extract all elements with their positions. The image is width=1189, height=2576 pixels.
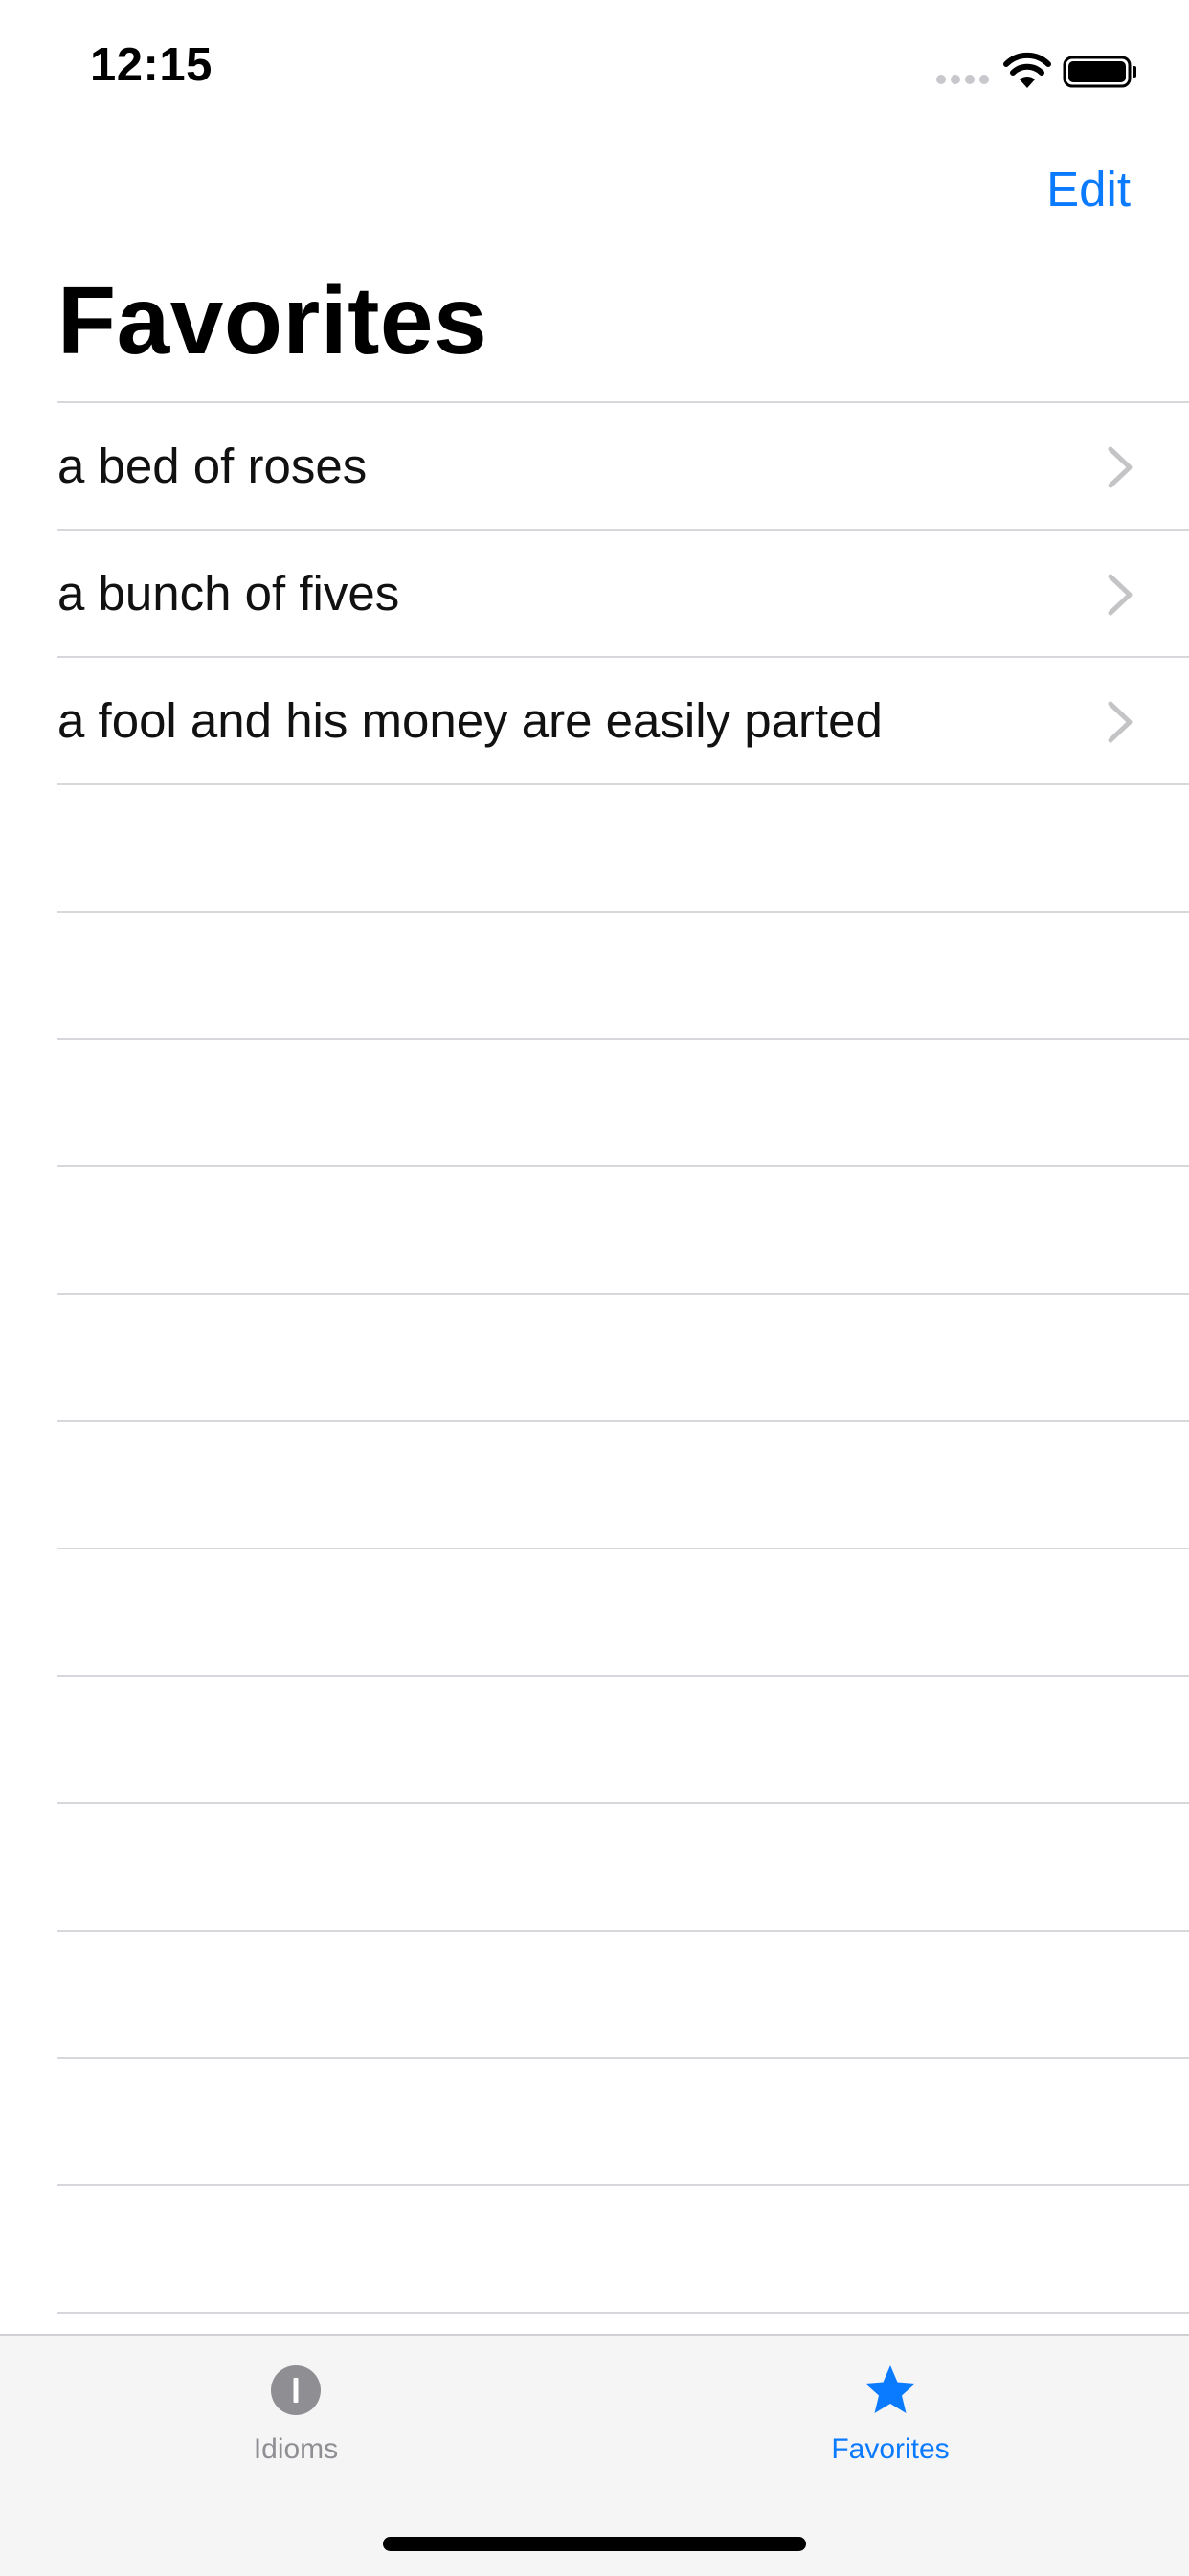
empty-row <box>57 1038 1189 1165</box>
status-bar: 12:15 <box>0 0 1189 126</box>
tab-idioms[interactable]: Idioms <box>152 2362 439 2506</box>
empty-row <box>57 1293 1189 1420</box>
wifi-icon <box>1003 52 1051 88</box>
empty-row <box>57 783 1189 911</box>
empty-row <box>57 1548 1189 1675</box>
status-time: 12:15 <box>90 39 213 91</box>
list-item-label: a bed of roses <box>57 439 368 493</box>
cellular-signal-icon <box>936 75 989 84</box>
page-title: Favorites <box>57 267 488 374</box>
list-item-label: a bunch of fives <box>57 566 400 621</box>
empty-row <box>57 2057 1189 2184</box>
tab-idioms-label: Idioms <box>253 2433 339 2465</box>
tab-favorites-label: Favorites <box>831 2433 950 2465</box>
chevron-right-icon <box>1108 701 1133 743</box>
letter-i-circle-icon <box>271 2365 321 2415</box>
empty-row <box>57 2312 1189 2328</box>
empty-row <box>57 911 1189 1038</box>
list-item-label: a fool and his money are easily parted <box>57 693 883 748</box>
list-item[interactable]: a bunch of fives <box>57 529 1189 656</box>
edit-button[interactable]: Edit <box>1046 161 1131 217</box>
tab-bar: Idioms Favorites <box>0 2334 1189 2576</box>
chevron-right-icon <box>1108 446 1133 488</box>
empty-row <box>57 1675 1189 1802</box>
empty-row <box>57 2184 1189 2312</box>
empty-row <box>57 1420 1189 1548</box>
star-icon <box>865 2365 915 2413</box>
favorites-list: a bed of roses a bunch of fives a fool a… <box>0 401 1189 2328</box>
list-item[interactable]: a bed of roses <box>57 401 1189 529</box>
home-indicator <box>383 2537 806 2551</box>
list-item[interactable]: a fool and his money are easily parted <box>57 656 1189 783</box>
empty-row <box>57 1802 1189 1930</box>
tab-favorites[interactable]: Favorites <box>747 2362 1034 2506</box>
empty-row <box>57 1930 1189 2057</box>
battery-icon <box>1063 56 1136 88</box>
empty-row <box>57 1165 1189 1293</box>
chevron-right-icon <box>1108 574 1133 616</box>
